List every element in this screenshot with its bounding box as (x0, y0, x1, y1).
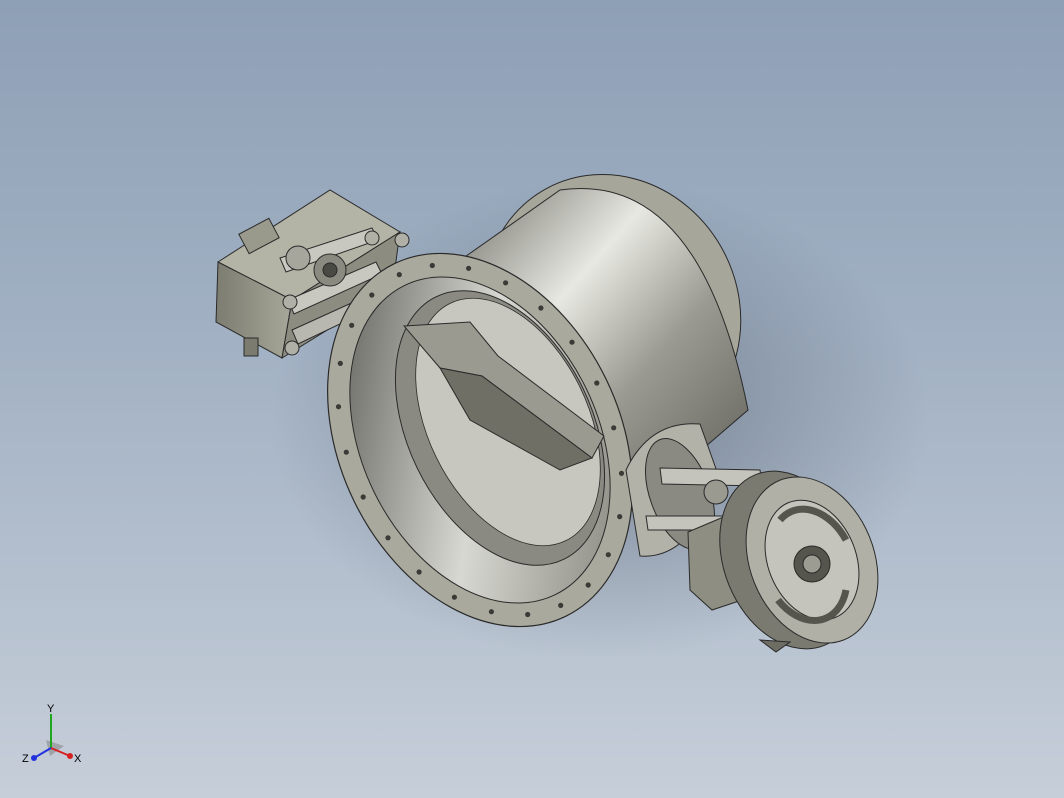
bolt-hole (488, 609, 494, 615)
bolt-hole (335, 404, 342, 410)
triad-z-label: Z (22, 753, 29, 765)
bolt-hole (617, 514, 623, 520)
bolt-hole (429, 262, 435, 269)
bolt-hole (343, 449, 349, 455)
bolt-hole (369, 292, 375, 298)
bolt-hole (618, 470, 625, 476)
bolt-hole (594, 380, 600, 386)
butterfly-valve-model[interactable] (0, 0, 1064, 798)
triad-x-label: X (74, 753, 82, 765)
bolt-hole (558, 602, 564, 609)
bolt-hole (416, 569, 422, 575)
bolt-hole (585, 582, 591, 588)
bolt-hole (605, 552, 611, 558)
graphics-viewport[interactable]: Y X Z (0, 0, 1064, 798)
bolt-hole (503, 280, 509, 286)
bolt-hole (337, 360, 343, 366)
bolt-hole (538, 305, 544, 311)
bolt-hole (396, 272, 402, 278)
bolt-hole (525, 611, 531, 618)
bolt-hole (466, 265, 472, 271)
bolt-hole (451, 594, 457, 600)
triad-y-label: Y (47, 703, 55, 715)
coordinate-triad: Y X Z (22, 703, 82, 765)
bolt-hole (569, 339, 575, 345)
bolt-hole (360, 494, 366, 500)
bolt-hole (349, 322, 355, 328)
bolt-hole (611, 425, 617, 431)
bolt-hole (385, 535, 391, 541)
